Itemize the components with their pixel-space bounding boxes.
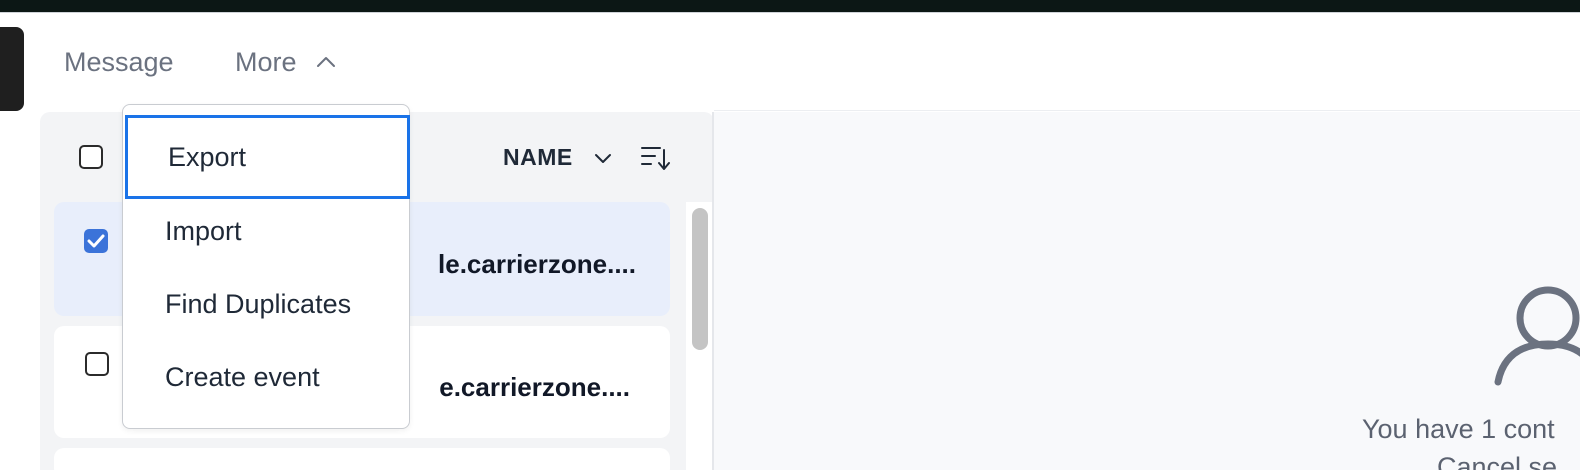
empty-state-text: You have 1 cont (1362, 414, 1555, 444)
menu-item-label: Find Duplicates (165, 288, 352, 319)
more-dropdown-menu: Export Import Find Duplicates Create eve… (122, 104, 410, 429)
row-checkbox[interactable] (85, 352, 109, 376)
header-divider (714, 110, 1580, 111)
message-button[interactable]: Message (64, 44, 174, 80)
menu-item-find-duplicates[interactable]: Find Duplicates (123, 268, 411, 340)
app-window: Message More NAME le.carrierzone.... e.c… (0, 0, 1580, 470)
message-button-label: Message (64, 46, 174, 77)
sidebar-toggle-handle[interactable] (0, 27, 24, 111)
list-item[interactable] (54, 448, 670, 470)
sort-field-label[interactable]: NAME (503, 144, 573, 171)
row-checkbox[interactable] (84, 229, 108, 253)
cancel-selection-link[interactable]: Cancel se (1437, 452, 1557, 470)
more-button-label: More (235, 46, 297, 77)
menu-item-export[interactable]: Export (125, 115, 410, 199)
menu-item-create-event[interactable]: Create event (123, 341, 411, 413)
checkmark-icon (87, 234, 105, 248)
more-button[interactable]: More (235, 44, 337, 80)
menu-item-import[interactable]: Import (123, 195, 411, 267)
window-top-bar (0, 0, 1580, 12)
list-item-name: e.carrierzone.... (439, 372, 630, 402)
select-all-checkbox[interactable] (79, 145, 103, 169)
menu-item-label: Create event (165, 361, 320, 392)
top-divider (0, 12, 1580, 13)
chevron-up-icon (316, 57, 335, 67)
scrollbar-thumb[interactable] (692, 208, 708, 350)
person-icon (1494, 286, 1580, 386)
list-item-name: le.carrierzone.... (438, 249, 636, 279)
chevron-down-icon[interactable] (593, 148, 613, 168)
menu-item-label: Import (165, 215, 242, 246)
sort-order-icon[interactable] (640, 144, 670, 172)
menu-item-label: Export (168, 141, 247, 172)
